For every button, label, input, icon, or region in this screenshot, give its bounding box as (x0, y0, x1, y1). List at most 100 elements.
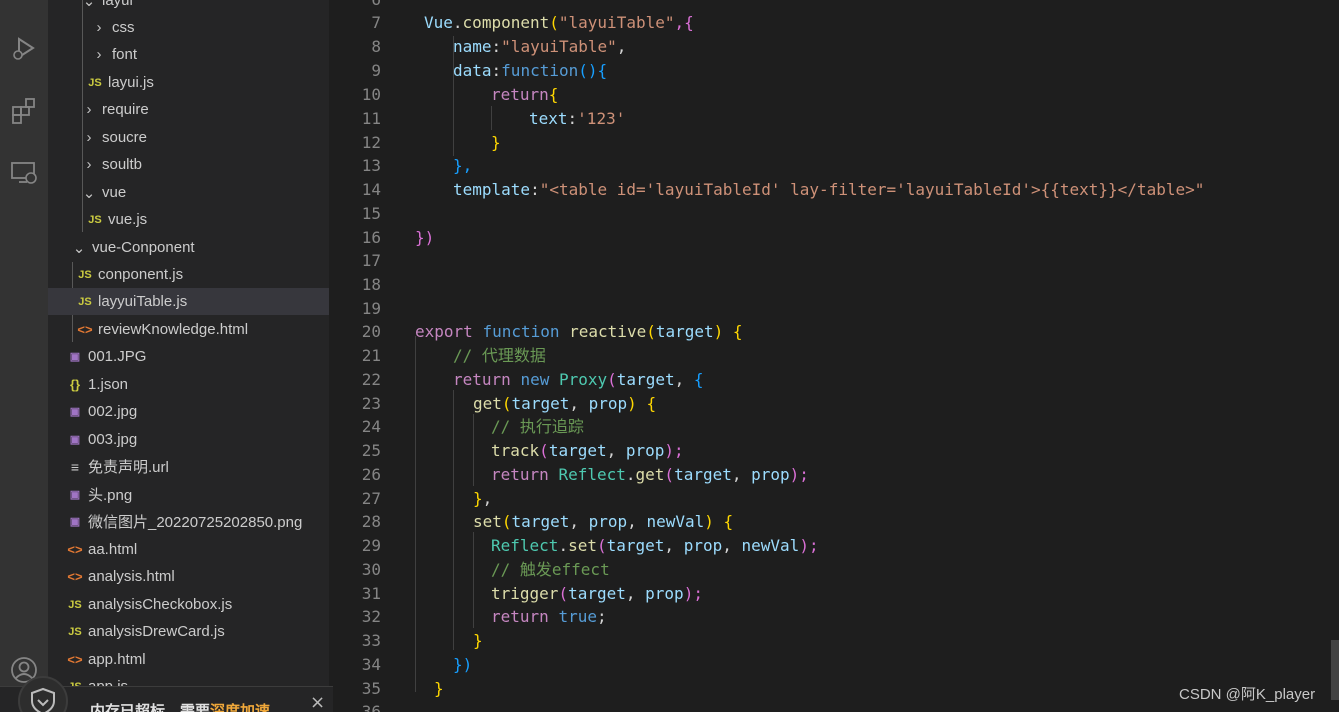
extensions-icon[interactable] (0, 86, 48, 134)
code-token: ( (646, 322, 656, 341)
tree-label: 002.jpg (88, 403, 138, 420)
run-debug-icon[interactable] (0, 24, 48, 72)
code-token: ( (664, 465, 675, 484)
code-editor[interactable]: 6 7Vue.component("layuiTable",{ 8name:"l… (333, 0, 1339, 712)
tree-file-001-jpg[interactable]: ▣ 001.JPG (48, 343, 329, 370)
js-file-icon: JS (68, 625, 82, 638)
code-text: name:"layuiTable", (453, 35, 626, 59)
tree-folder-soultb[interactable]: › soultb (48, 151, 329, 178)
code-token: target (548, 441, 607, 460)
tree-file-conponent-js[interactable]: JS conponent.js (48, 261, 329, 288)
chevron-down-icon: ⌄ (72, 239, 86, 257)
code-token: set (473, 512, 502, 531)
remote-explorer-icon[interactable] (0, 148, 48, 196)
code-line: 27}, (333, 487, 1339, 511)
tree-file-layui-js[interactable]: JS layui.js (48, 69, 329, 96)
line-number: 16 (361, 228, 381, 247)
code-token: target (655, 322, 714, 341)
line-number: 26 (361, 465, 381, 484)
chevron-right-icon: › (86, 101, 92, 118)
vertical-scrollbar-thumb[interactable] (1331, 640, 1339, 700)
code-token: }) (453, 655, 473, 674)
tree-label: 1.json (88, 376, 129, 393)
close-icon[interactable]: × (310, 692, 325, 712)
image-file-icon: ▣ (69, 489, 81, 501)
tree-file-layyuitable-js[interactable]: JS layyuiTable.js (48, 288, 329, 315)
code-token: set (568, 536, 597, 555)
code-line: 29 Reflect.set(target, prop, newVal); (333, 534, 1339, 558)
tree-label: vue (102, 184, 127, 201)
tree-folder-soucre[interactable]: › soucre (48, 124, 329, 151)
deep-acceleration-link[interactable]: 深度加速 (210, 703, 270, 712)
code-token: , (625, 584, 636, 603)
code-text: text:'123' (529, 107, 625, 131)
code-text: return true; (491, 605, 607, 629)
line-number: 34 (361, 655, 381, 674)
code-token: target (568, 584, 626, 603)
code-token: prop (751, 465, 790, 484)
code-token: return (491, 85, 549, 104)
tree-folder-font[interactable]: › font (48, 41, 329, 68)
line-number: 25 (361, 441, 381, 460)
tree-file-disclaimer-url[interactable]: ≡ 免责声明.url (48, 453, 329, 480)
code-token: Proxy (558, 370, 608, 389)
html-file-icon: <> (67, 542, 83, 557)
tree-file-analysisdrewcard-js[interactable]: JS analysisDrewCard.js (48, 618, 329, 645)
code-token: prop (625, 441, 665, 460)
code-token: target (511, 512, 570, 531)
tree-file-reviewknowledge-html[interactable]: <> reviewKnowledge.html (48, 316, 329, 343)
code-text: } (491, 131, 501, 155)
code-text: // 代理数据 (453, 344, 546, 368)
tree-file-head-png[interactable]: ▣ 头.png (48, 481, 329, 508)
line-number: 24 (361, 417, 381, 436)
tree-folder-vue[interactable]: ⌄ vue (48, 179, 329, 206)
code-token: name (453, 37, 492, 56)
tree-file-1-json[interactable]: {} 1.json (48, 371, 329, 398)
tree-file-app-html[interactable]: <> app.html (48, 646, 329, 673)
code-token: ); (789, 465, 809, 484)
code-token: component (462, 13, 550, 32)
tree-file-003-jpg[interactable]: ▣ 003.jpg (48, 426, 329, 453)
code-line: 14 template:"<table id='layuiTableId' lay… (333, 178, 1339, 202)
code-text: return{ (491, 83, 558, 107)
code-line: 8 name:"layuiTable", (333, 35, 1339, 59)
tree-file-wechat-png[interactable]: ▣ 微信图片_20220725202850.png (48, 508, 329, 535)
html-file-icon: <> (67, 652, 83, 667)
tree-label: 头.png (88, 487, 133, 504)
tree-file-aa-html[interactable]: <> aa.html (48, 536, 329, 563)
chevron-right-icon: › (96, 46, 102, 63)
csdn-watermark: CSDN @阿K_player (1179, 686, 1316, 703)
code-token: } (434, 679, 444, 698)
tree-folder-css[interactable]: › css (48, 14, 329, 41)
line-number: 15 (361, 204, 381, 223)
line-number: 12 (361, 133, 381, 152)
line-number: 9 (371, 61, 381, 80)
tree-folder-vue-conponent[interactable]: ⌄ vue-Conponent (48, 234, 329, 261)
code-token: Vue (424, 13, 453, 32)
code-text: data:function(){ (453, 59, 607, 83)
tree-file-002-jpg[interactable]: ▣ 002.jpg (48, 398, 329, 425)
code-comment: // 执行追踪 (491, 417, 584, 436)
tree-label: analysis.html (88, 568, 175, 585)
code-token: Reflect (558, 465, 626, 484)
code-token: { (693, 370, 704, 389)
code-token: , (664, 536, 675, 555)
tree-label: aa.html (88, 541, 138, 558)
code-token: }) (415, 228, 435, 247)
code-token: { (548, 85, 559, 104)
tree-folder-require[interactable]: › require (48, 96, 329, 123)
code-token: target (511, 394, 570, 413)
tree-label: soultb (102, 156, 143, 173)
tree-label: 001.JPG (88, 348, 147, 365)
tree-label: app.html (88, 651, 146, 668)
chevron-right-icon: › (96, 19, 102, 36)
tree-file-vue-js[interactable]: JS vue.js (48, 206, 329, 233)
tree-file-analysischeckobox-js[interactable]: JS analysisCheckobox.js (48, 591, 329, 618)
code-line: 7 Vue.component("layuiTable",{ (333, 11, 1339, 35)
line-number: 36 (361, 702, 381, 712)
code-line: 28 set(target, prop, newVal) { (333, 510, 1339, 534)
code-token: { (732, 322, 743, 341)
tree-file-analysis-html[interactable]: <> analysis.html (48, 563, 329, 590)
tree-folder-layui[interactable]: ⌄ layui (48, 0, 329, 14)
code-token: "layuiTable" (558, 13, 675, 32)
